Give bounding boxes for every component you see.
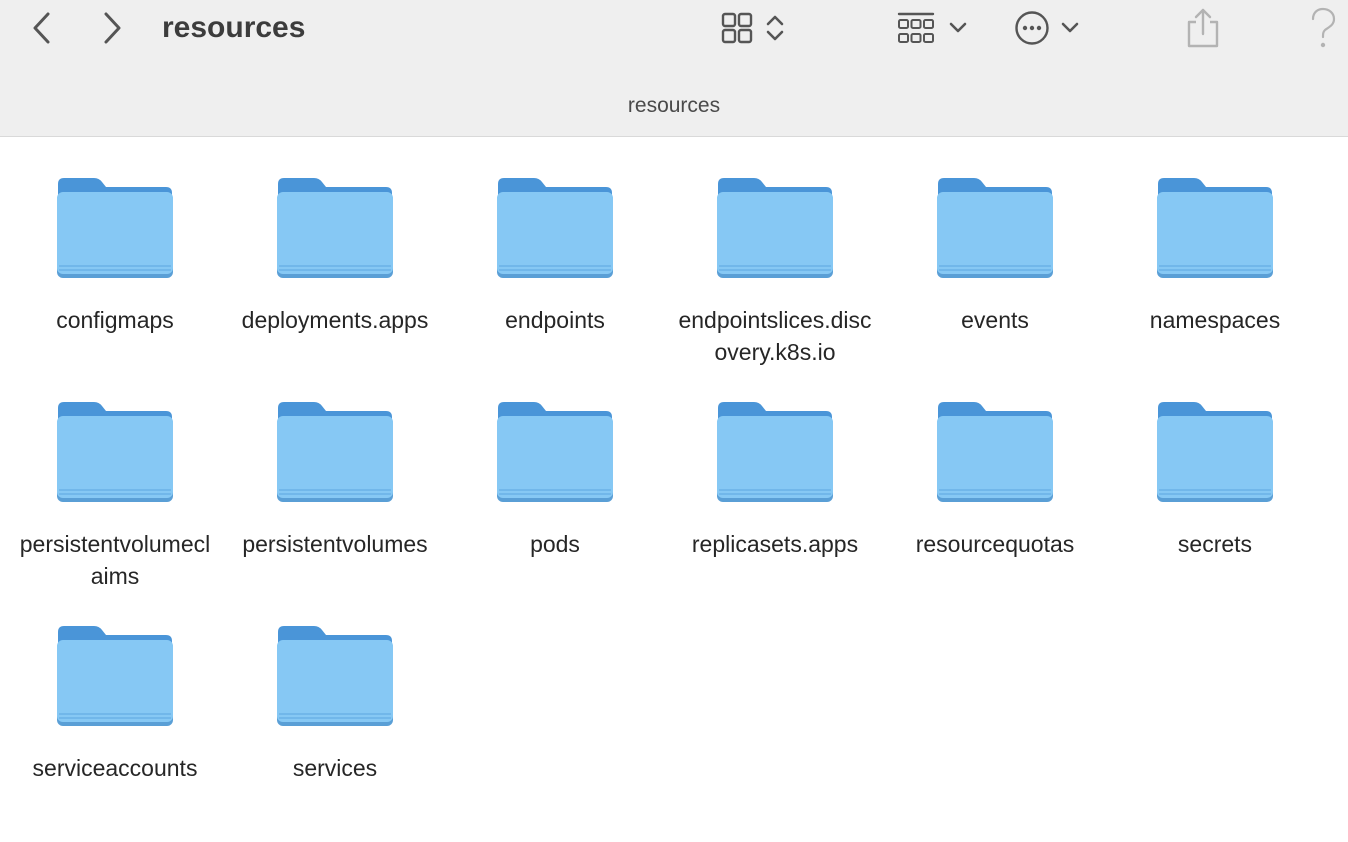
folder-icon — [1157, 178, 1273, 278]
forward-button[interactable] — [92, 8, 132, 48]
share-button[interactable] — [1184, 6, 1222, 50]
help-button[interactable] — [1306, 6, 1340, 50]
folder-name: events — [961, 307, 1029, 333]
help-icon — [1311, 7, 1336, 48]
folder-name: secrets — [1177, 531, 1253, 557]
share-icon — [1187, 8, 1219, 48]
folder-item[interactable]: deployments.apps — [225, 170, 445, 394]
folder-name: pods — [530, 531, 580, 557]
folder-icon — [717, 402, 833, 502]
folder-item[interactable]: replicasets.apps — [665, 394, 885, 618]
folder-icon — [497, 178, 613, 278]
folder-item[interactable]: services — [225, 618, 445, 842]
folder-icon — [57, 402, 173, 502]
icon-grid-view-icon — [721, 12, 753, 44]
folder-name: serviceaccounts — [32, 755, 198, 781]
folder-icon — [57, 178, 173, 278]
folder-icon — [277, 178, 393, 278]
folder-item[interactable]: events — [885, 170, 1105, 394]
chevron-down-icon — [1061, 22, 1079, 33]
folder-name: resourcequotas — [915, 531, 1075, 557]
folder-icon — [277, 626, 393, 726]
folder-icon — [937, 402, 1053, 502]
path-title: resources — [627, 94, 721, 117]
folder-item[interactable]: serviceaccounts — [5, 618, 225, 842]
file-grid: configmaps deployments.apps endpoints en… — [5, 170, 1325, 842]
view-mode-button[interactable] — [720, 6, 788, 50]
folder-item[interactable]: configmaps — [5, 170, 225, 394]
folder-name: endpointslices.discovery.k8s.io — [678, 307, 872, 365]
chevron-up-down-icon — [766, 15, 784, 41]
folder-item[interactable]: endpointslices.discovery.k8s.io — [665, 170, 885, 394]
folder-name: replicasets.apps — [691, 531, 859, 557]
chevron-right-icon — [104, 12, 121, 44]
group-by-button[interactable] — [896, 6, 970, 50]
chevron-down-icon — [949, 22, 967, 33]
folder-icon — [497, 402, 613, 502]
folder-item[interactable]: resourcequotas — [885, 394, 1105, 618]
folder-item[interactable]: persistentvolumes — [225, 394, 445, 618]
folder-icon — [57, 626, 173, 726]
folder-name: persistentvolumeclaims — [19, 531, 211, 589]
back-button[interactable] — [22, 8, 62, 48]
chevron-left-icon — [33, 12, 50, 44]
folder-item[interactable]: pods — [445, 394, 665, 618]
finder-toolbar: resources resources — [0, 0, 1348, 137]
folder-name: endpoints — [505, 307, 605, 333]
folder-item[interactable]: namespaces — [1105, 170, 1325, 394]
folder-item[interactable]: secrets — [1105, 394, 1325, 618]
folder-name: services — [292, 755, 378, 781]
folder-icon — [717, 178, 833, 278]
folder-icon — [277, 402, 393, 502]
window-title: resources — [162, 11, 306, 44]
folder-item[interactable]: endpoints — [445, 170, 665, 394]
ellipsis-circle-icon — [1015, 11, 1049, 45]
folder-item[interactable]: persistentvolumeclaims — [5, 394, 225, 618]
action-menu-button[interactable] — [1014, 6, 1082, 50]
folder-name: configmaps — [56, 307, 174, 333]
folder-icon — [937, 178, 1053, 278]
group-by-icon — [897, 12, 935, 43]
folder-name: persistentvolumes — [242, 531, 428, 557]
folder-icon — [1157, 402, 1273, 502]
folder-name: deployments.apps — [241, 307, 429, 333]
folder-name: namespaces — [1149, 307, 1281, 333]
